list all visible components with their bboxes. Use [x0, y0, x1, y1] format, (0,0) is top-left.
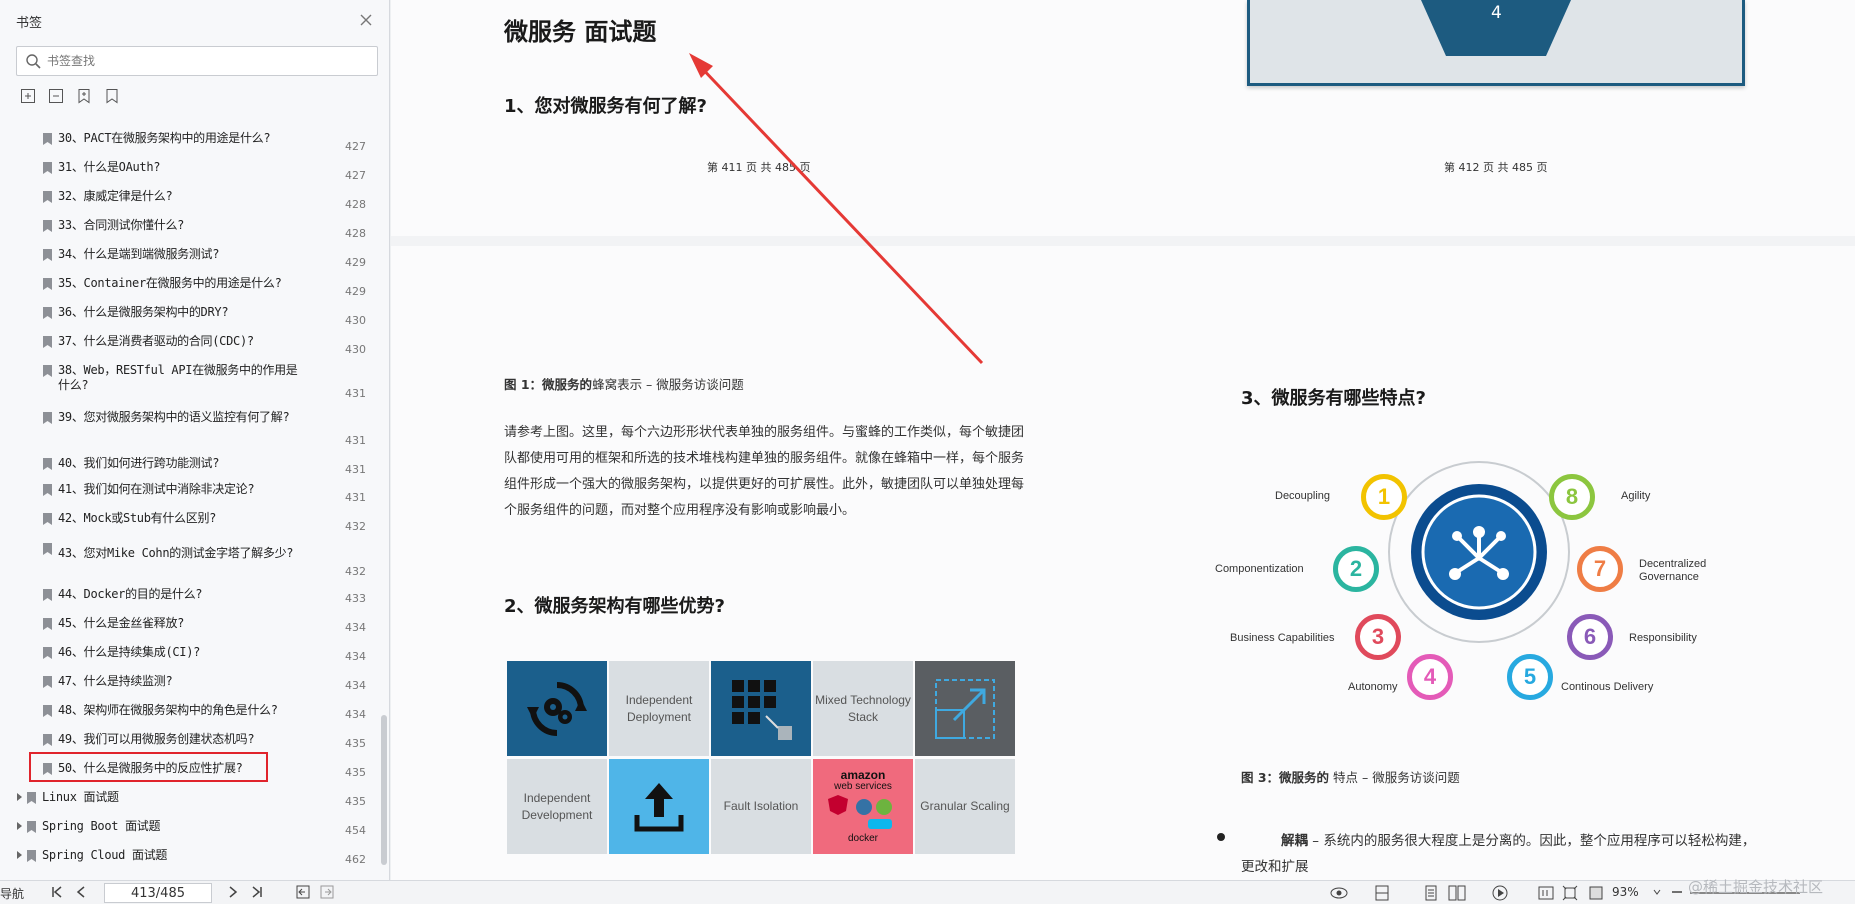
bookmark-item[interactable]: 34、什么是端到端微服务测试? 429 — [0, 246, 378, 269]
bookmark-flag-icon — [43, 705, 52, 717]
zoom-level[interactable]: 93% — [1612, 885, 1639, 899]
bookmark-flag-icon — [43, 618, 52, 630]
bookmark-flag-icon — [43, 162, 52, 174]
bookmark-flag-icon — [43, 191, 52, 203]
bookmark-item[interactable]: 42、Mock或Stub有什么区别? 432 — [0, 510, 378, 533]
page-number-input[interactable] — [104, 883, 212, 903]
watermark-text: @稀土掘金技术社区 — [1688, 878, 1824, 896]
actual-size-icon[interactable] — [1538, 885, 1554, 901]
collapse-all-icon[interactable] — [48, 88, 64, 104]
bookmark-flag-icon — [43, 543, 52, 555]
bookmark-panel: 书签 30、PACT在微服务架构中的用途是什么?427 31、什么是OAuth?… — [0, 0, 390, 880]
bookmark-item[interactable]: 43、您对Mike Cohn的测试金字塔了解多少? 432 — [0, 540, 378, 580]
bookmark-section-spring-cloud[interactable]: Spring Cloud 面试题 462 — [0, 847, 378, 869]
bookmark-flag-icon — [43, 734, 52, 746]
bookmark-toolbar — [20, 88, 120, 104]
expand-arrow-icon[interactable] — [17, 793, 22, 801]
close-icon[interactable] — [358, 12, 374, 28]
first-page-icon[interactable] — [50, 885, 64, 899]
bookmark-flag-icon — [43, 484, 52, 496]
prev-page-icon[interactable] — [74, 885, 88, 899]
bookmark-item[interactable]: 38、Web，RESTful API在微服务中的作用是什么? 431 — [0, 362, 378, 402]
bookmark-item[interactable]: 44、Docker的目的是什么? 433 — [0, 586, 378, 608]
bookmark-flag-icon — [43, 513, 52, 525]
two-page-icon[interactable] — [1448, 885, 1466, 901]
bookmark-flag-icon — [43, 249, 52, 261]
bookmark-flag-icon — [27, 792, 36, 804]
bookmark-flag-icon — [43, 278, 52, 290]
red-annotation-arrow — [689, 53, 984, 365]
bookmark-item[interactable]: 37、什么是消费者驱动的合同(CDC)? 430 — [0, 333, 378, 356]
search-icon — [26, 54, 41, 69]
next-page-icon[interactable] — [226, 885, 240, 899]
bookmark-flag-icon — [43, 458, 52, 470]
bookmark-item[interactable]: 36、什么是微服务架构中的DRY? 430 — [0, 304, 378, 327]
bookmark-item[interactable]: 41、我们如何在测试中消除非决定论? 431 — [0, 481, 378, 504]
back-icon[interactable] — [296, 885, 310, 899]
bookmark-flag-icon — [43, 412, 52, 424]
bookmark-item[interactable]: 49、我们可以用微服务创建状态机吗? 435 — [0, 731, 378, 753]
bookmark-section-linux[interactable]: Linux 面试题 435 — [0, 789, 378, 811]
bookmark-item[interactable]: 39、您对微服务架构中的语义监控有何了解? 431 — [0, 409, 378, 449]
last-page-icon[interactable] — [250, 885, 264, 899]
annotation-highlight-box — [29, 752, 268, 782]
play-icon[interactable] — [1492, 885, 1508, 901]
bookmark-item[interactable]: 30、PACT在微服务架构中的用途是什么? 427 — [0, 130, 378, 153]
bookmark-item[interactable]: 47、什么是持续监测? 434 — [0, 673, 378, 695]
bookmark-item[interactable]: 48、架构师在微服务架构中的角色是什么? 434 — [0, 702, 378, 724]
zoom-dropdown-icon[interactable] — [1652, 885, 1662, 899]
status-bar: 导航 93% — [0, 880, 1855, 904]
forward-icon[interactable] — [320, 885, 334, 899]
bookmark-icon[interactable] — [104, 88, 120, 104]
bookmark-flag-icon — [43, 365, 52, 377]
pdf-reader-window: 书签 30、PACT在微服务架构中的用途是什么?427 31、什么是OAuth?… — [0, 0, 1855, 904]
bookmark-flag-icon — [43, 676, 52, 688]
add-bookmark-icon[interactable] — [76, 88, 92, 104]
bookmark-search-box[interactable] — [16, 46, 378, 76]
bookmark-flag-icon — [27, 850, 36, 862]
bookmark-item[interactable]: 35、Container在微服务中的用途是什么? 429 — [0, 275, 378, 298]
bookmark-search-input[interactable] — [47, 51, 367, 71]
sidebar-scrollbar[interactable] — [381, 715, 387, 865]
eye-icon[interactable] — [1330, 885, 1348, 901]
bookmark-flag-icon — [43, 336, 52, 348]
bookmark-flag-icon — [43, 589, 52, 601]
single-page-icon[interactable] — [1424, 885, 1438, 901]
fit-width-icon[interactable] — [1562, 885, 1578, 901]
bookmark-flag-icon — [43, 220, 52, 232]
bookmark-item[interactable]: 40、我们如何进行跨功能测试? 431 — [0, 455, 378, 477]
expand-arrow-icon[interactable] — [17, 822, 22, 830]
bookmark-flag-icon — [43, 307, 52, 319]
nav-label[interactable]: 导航 — [0, 885, 24, 902]
bookmark-item[interactable]: 32、康威定律是什么? 428 — [0, 188, 378, 211]
bookmark-panel-title: 书签 — [16, 16, 43, 31]
bookmark-section-spring-boot[interactable]: Spring Boot 面试题 454 — [0, 818, 378, 840]
bookmark-item[interactable]: 33、合同测试你懂什么? 428 — [0, 217, 378, 240]
document-view[interactable]: 微服务 面试题 1、您对微服务有何了解? 第 411 页 共 485 页 第 4… — [391, 0, 1855, 880]
bookmark-item[interactable]: 45、什么是金丝雀释放? 434 — [0, 615, 378, 637]
zoom-out-icon[interactable] — [1670, 885, 1684, 899]
expand-all-icon[interactable] — [20, 88, 36, 104]
fit-visible-icon[interactable] — [1588, 885, 1604, 901]
fit-page-icon[interactable] — [1374, 885, 1390, 901]
bookmark-flag-icon — [27, 821, 36, 833]
bookmark-item[interactable]: 31、什么是OAuth? 427 — [0, 159, 378, 182]
bookmark-flag-icon — [43, 647, 52, 659]
bookmark-item[interactable]: 46、什么是持续集成(CI)? 434 — [0, 644, 378, 666]
expand-arrow-icon[interactable] — [17, 851, 22, 859]
bookmark-flag-icon — [43, 133, 52, 145]
